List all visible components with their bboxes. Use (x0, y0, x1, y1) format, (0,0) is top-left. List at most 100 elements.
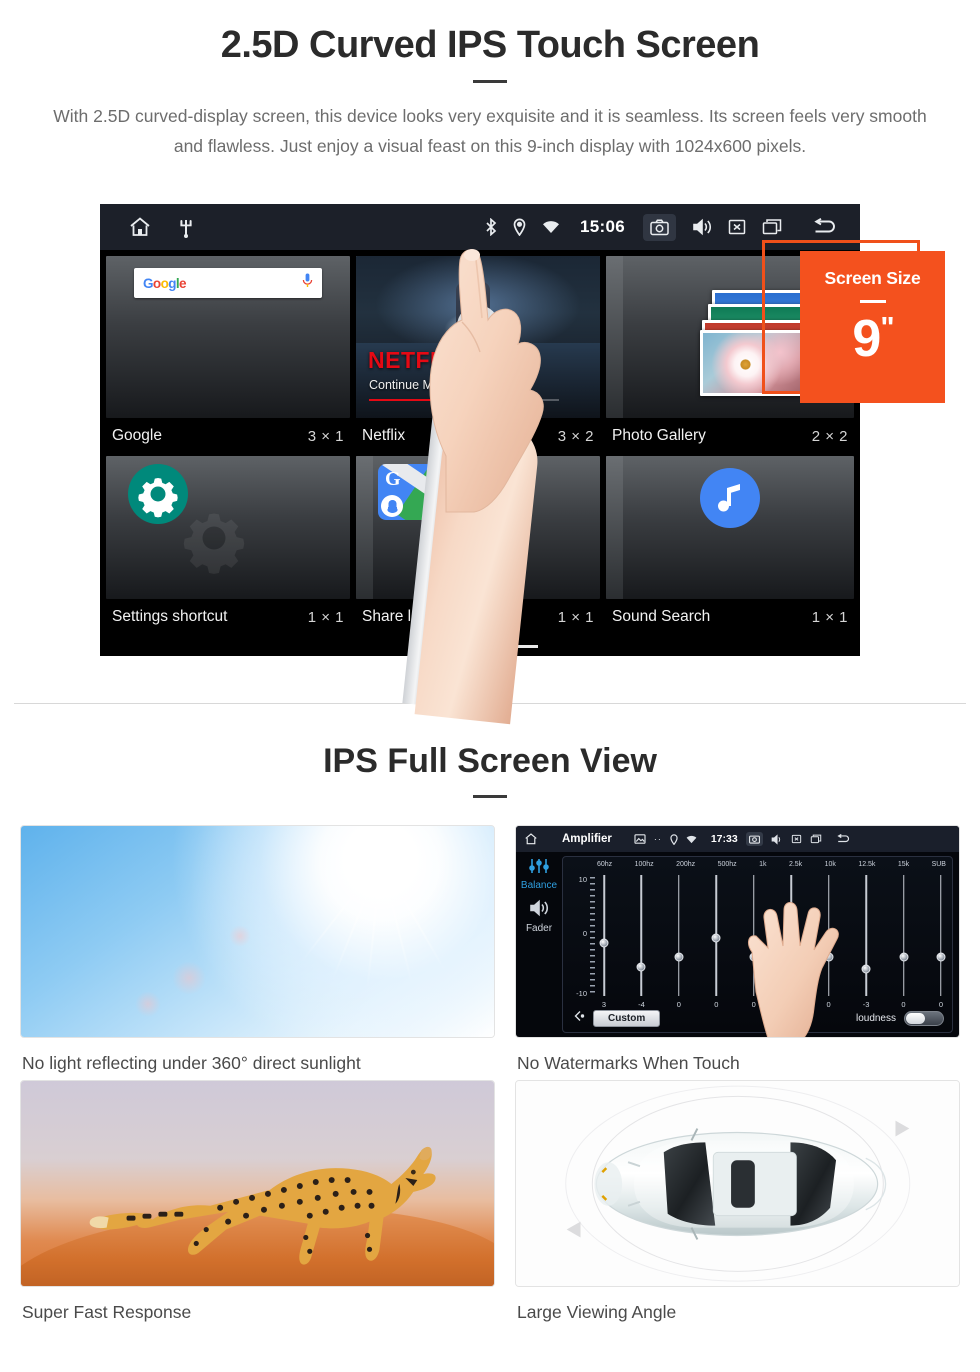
speaker-icon[interactable] (528, 899, 550, 922)
car-top-view (566, 1120, 910, 1240)
widget-label-row: Sound Search 1 × 1 (606, 599, 854, 632)
search-input[interactable]: Google (134, 268, 322, 298)
widget-name: Photo Gallery (612, 427, 706, 444)
back-icon[interactable] (836, 834, 851, 844)
wifi-icon (686, 835, 697, 844)
car-diagram-background (516, 1081, 959, 1286)
frequency-labels: 60hz 100hz 200hz 500hz 1k 2.5k 10k 12.5k… (597, 861, 946, 868)
volume-icon[interactable] (692, 218, 712, 236)
android-status-bar: 15:06 (100, 204, 860, 250)
scale-label-mid: 0 (582, 929, 587, 939)
lens-flare (134, 990, 161, 1017)
bluetooth-icon (485, 218, 497, 236)
location-icon (670, 833, 678, 845)
netflix-logo: NETFLIX (368, 347, 468, 373)
recents-icon[interactable] (810, 834, 822, 844)
scale-label-top: 10 (578, 875, 587, 884)
eq-band[interactable]: 0 (674, 875, 684, 1009)
widget-size: 1 × 1 (307, 608, 344, 626)
widget-cell-google[interactable]: Google Google 3 × 1 (106, 256, 350, 451)
back-icon[interactable] (812, 218, 838, 236)
camera-icon[interactable] (745, 832, 763, 846)
status-bar-clock: 15:06 (580, 217, 625, 236)
image-icon (634, 834, 646, 844)
widget-size: 3 × 1 (307, 427, 344, 445)
amplifier-app: Amplifier ·· 17:33 Balance Fader 60hz 10… (516, 826, 959, 1037)
eq-band[interactable]: -3 (786, 875, 796, 1009)
eq-band[interactable]: 0 (711, 875, 721, 1009)
google-logo-icon: Google (143, 275, 187, 291)
eq-band-value: 0 (938, 1000, 944, 1009)
frequency-label: 200hz (676, 861, 696, 868)
eq-band-value: 0 (714, 1000, 719, 1009)
badge-value: 9" (800, 313, 945, 365)
eq-band[interactable]: 3 (599, 875, 609, 1009)
section1-title-underline (473, 80, 507, 83)
lens-flare (172, 961, 207, 996)
sunlight-sky-photo (20, 825, 495, 1038)
netflix-widget-preview[interactable]: NETFLIX Continue Marvel's Daredevil (356, 256, 600, 418)
widget-label-row: Google 3 × 1 (106, 418, 350, 451)
feature-caption: No Watermarks When Touch (517, 1053, 740, 1073)
feature-caption: Large Viewing Angle (517, 1302, 677, 1322)
home-icon[interactable] (524, 832, 538, 846)
badge-unit: " (880, 311, 894, 345)
eq-band-value: 0 (751, 1000, 756, 1009)
frequency-label: 1k (759, 861, 767, 868)
scale-label-bottom: -10 (576, 989, 587, 998)
eq-band[interactable]: 0 (899, 875, 909, 1009)
amplifier-title: Amplifier (562, 833, 612, 845)
more-icon: ·· (653, 834, 662, 844)
widget-scroll-edge (606, 456, 623, 599)
sidebar-item-fader[interactable]: Fader (516, 923, 562, 934)
status-badge: Screen Size 9" (800, 251, 945, 403)
preset-button[interactable]: Custom (593, 1009, 661, 1027)
eq-band[interactable]: 0 (824, 875, 834, 1009)
eq-band-value: -3 (787, 1000, 795, 1009)
eq-band[interactable]: -4 (636, 875, 646, 1009)
sound-search-widget-preview[interactable] (606, 456, 854, 599)
home-icon[interactable] (128, 215, 152, 239)
car-top-view-360-diagram (515, 1080, 960, 1287)
usb-icon[interactable] (178, 216, 194, 238)
frequency-label: 10k (824, 861, 836, 868)
loudness-toggle[interactable] (904, 1010, 944, 1026)
feature-cell-fast-response: Super Fast Response (20, 1080, 495, 1323)
frequency-label: 500hz (717, 861, 737, 868)
character-head (465, 267, 481, 284)
eq-band[interactable]: 0 (936, 875, 946, 1009)
widget-cell-settings[interactable]: Settings shortcut 1 × 1 (106, 456, 350, 632)
section1-description: With 2.5D curved-display screen, this de… (53, 106, 927, 156)
eq-band[interactable]: -3 (861, 875, 871, 1009)
feature-cell-viewing-angle: Large Viewing Angle (515, 1080, 960, 1323)
frequency-label: 12.5k (858, 861, 876, 868)
status-bar-right-group: 15:06 (485, 213, 860, 241)
widget-cell-sound-search[interactable]: Sound Search 1 × 1 (606, 456, 854, 632)
camera-icon[interactable] (643, 213, 676, 241)
settings-widget-preview[interactable] (106, 456, 350, 599)
close-icon[interactable] (791, 834, 802, 844)
chevron-left-icon[interactable] (573, 1009, 585, 1027)
volume-icon[interactable] (771, 833, 783, 845)
widget-label-row: Photo Gallery 2 × 2 (606, 418, 854, 451)
sidebar-item-balance[interactable]: Balance (516, 880, 562, 891)
sun-ray (380, 859, 448, 973)
music-note-icon[interactable] (700, 468, 760, 528)
microphone-icon[interactable] (302, 273, 313, 293)
loudness-label: loudness (855, 1012, 896, 1024)
widget-size: 3 × 2 (557, 427, 594, 445)
close-icon[interactable] (728, 218, 746, 236)
feature-caption: No light reflecting under 360° direct su… (22, 1053, 361, 1073)
play-icon[interactable] (457, 304, 499, 347)
eq-band[interactable]: 0 (749, 875, 759, 1009)
recents-icon[interactable] (762, 218, 782, 236)
eq-band-value: 0 (901, 1000, 906, 1009)
frequency-label: SUB (931, 861, 946, 868)
frequency-label: 100hz (634, 861, 654, 868)
equalizer-panel: 60hz 100hz 200hz 500hz 1k 2.5k 10k 12.5k… (562, 856, 953, 1037)
sliders-icon[interactable] (528, 859, 550, 878)
lens-flare (229, 925, 252, 948)
maps-person-pin (381, 495, 403, 517)
amplifier-status-bar: Amplifier ·· 17:33 (516, 826, 959, 852)
google-widget-preview[interactable]: Google (106, 256, 350, 418)
